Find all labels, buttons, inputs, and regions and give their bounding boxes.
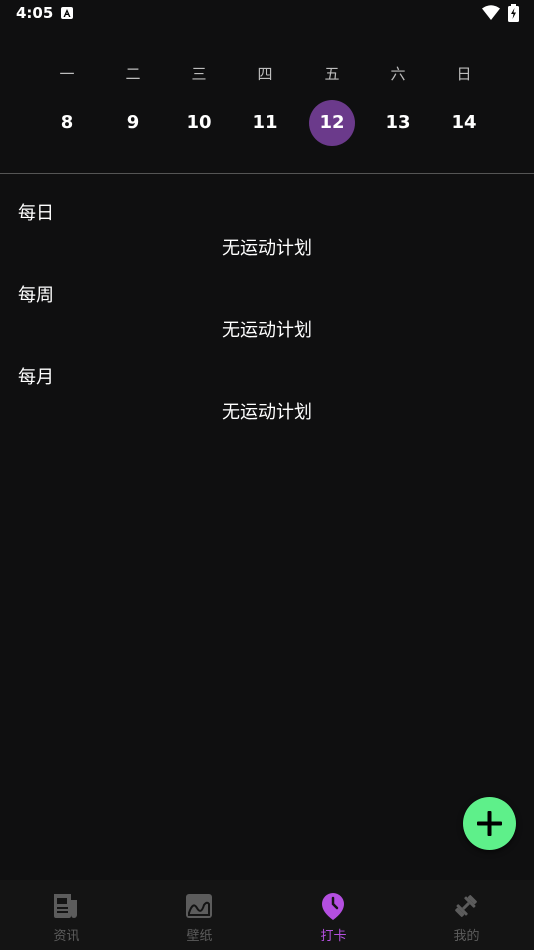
empty-plan-text: 无运动计划 [222, 238, 312, 259]
date-cell[interactable]: 11 [242, 100, 288, 146]
date-cell[interactable]: 13 [375, 100, 421, 146]
calendar-divider [0, 173, 534, 174]
weekday-label: 五 [324, 65, 340, 83]
bottom-nav: 资讯 壁纸 打卡 我的 [0, 880, 534, 950]
dumbbell-icon [451, 891, 481, 921]
section-title-weekly: 每周 [18, 285, 54, 306]
weekday-label: 四 [257, 65, 273, 83]
weekday-label: 一 [59, 65, 75, 83]
weekday-label: 六 [390, 65, 406, 83]
date-row: 8 9 10 11 12 13 14 [0, 100, 534, 146]
empty-plan-text: 无运动计划 [222, 320, 312, 341]
date-cell-selected[interactable]: 12 [309, 100, 355, 146]
nav-label-news: 资讯 [53, 929, 80, 944]
notification-a-icon [61, 7, 73, 19]
section-title-monthly: 每月 [18, 367, 54, 388]
nav-label-wallpaper: 壁纸 [186, 929, 213, 944]
weekday-header: 一 二 三 四 五 六 日 [0, 58, 534, 88]
nav-item-news[interactable]: 资讯 [0, 880, 133, 950]
weekday-label: 二 [125, 65, 141, 83]
status-time: 4:05 [16, 4, 54, 22]
add-plan-button[interactable] [463, 797, 516, 850]
date-cell[interactable]: 8 [44, 100, 90, 146]
date-cell[interactable]: 14 [441, 100, 487, 146]
wifi-icon [482, 5, 500, 24]
battery-icon [508, 4, 519, 26]
nav-item-checkin[interactable]: 打卡 [267, 880, 400, 950]
date-cell[interactable]: 9 [110, 100, 156, 146]
empty-plan-text: 无运动计划 [222, 402, 312, 423]
nav-item-wallpaper[interactable]: 壁纸 [133, 880, 266, 950]
clock-pin-icon [318, 891, 348, 921]
date-cell[interactable]: 10 [176, 100, 222, 146]
image-icon [184, 891, 214, 921]
weekday-label: 三 [191, 65, 207, 83]
nav-label-checkin: 打卡 [320, 929, 347, 944]
status-bar: 4:05 [0, 0, 534, 28]
weekday-label: 日 [456, 65, 472, 83]
nav-label-mine: 我的 [453, 929, 480, 944]
nav-item-mine[interactable]: 我的 [400, 880, 533, 950]
section-title-daily: 每日 [18, 203, 54, 224]
plus-icon [477, 811, 502, 836]
news-icon [51, 891, 81, 921]
